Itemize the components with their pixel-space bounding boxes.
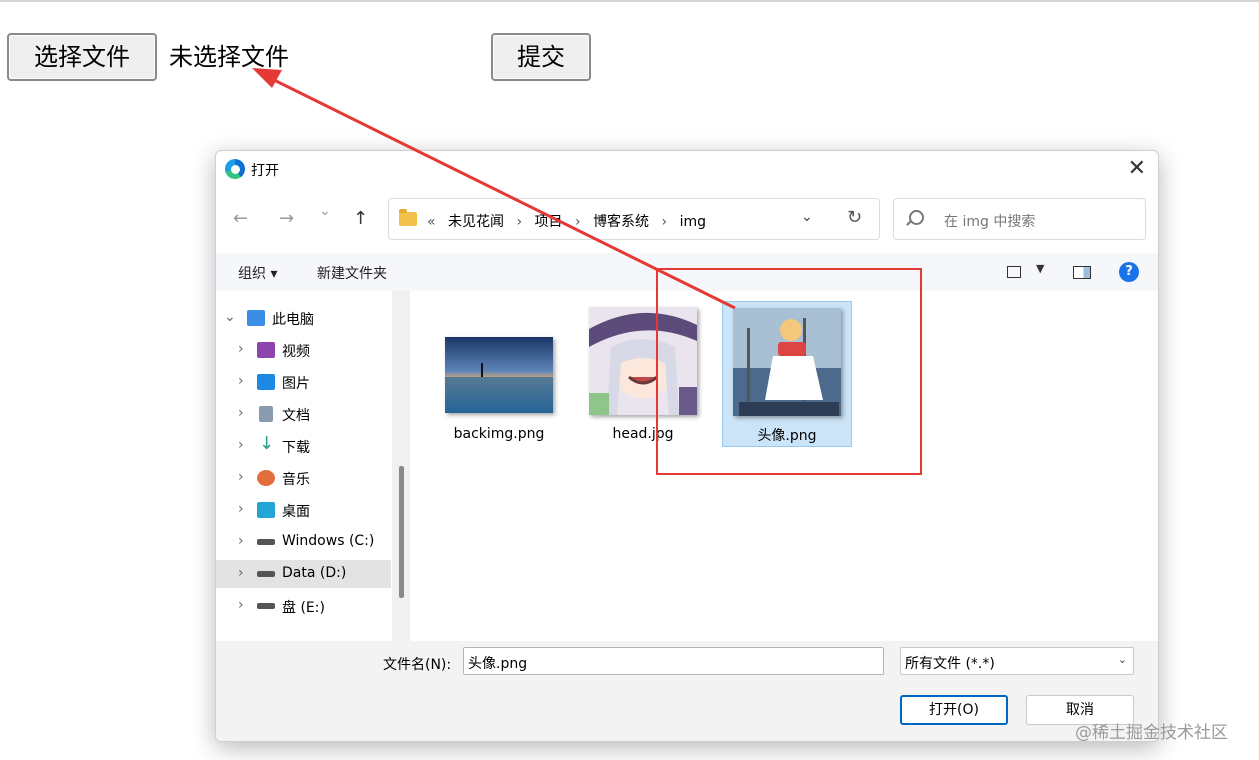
watermark: @稀土掘金技术社区 bbox=[1075, 723, 1228, 743]
annotation-arrow bbox=[252, 68, 736, 310]
